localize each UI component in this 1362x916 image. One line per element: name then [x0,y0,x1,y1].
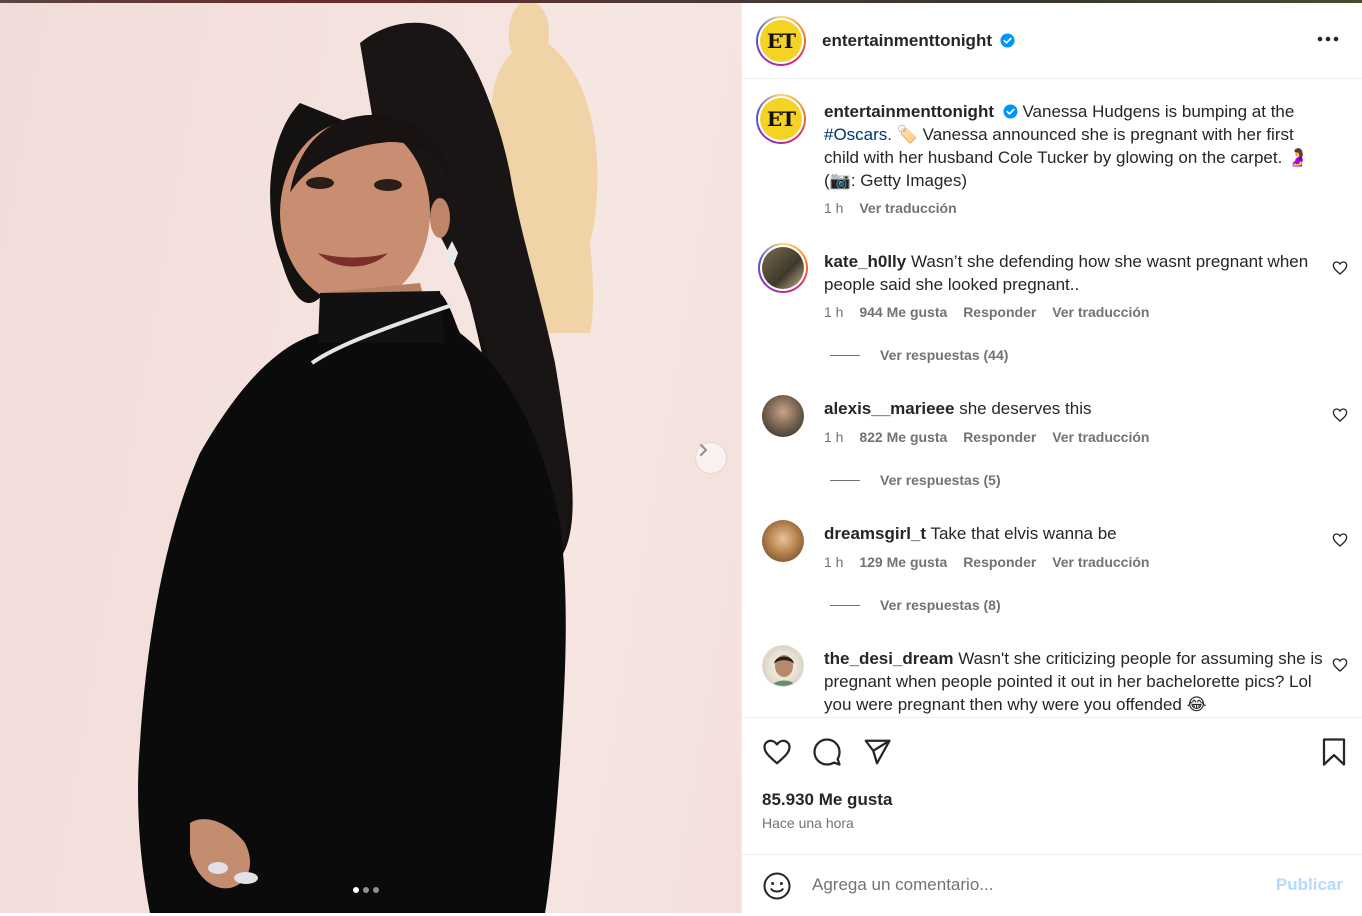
translate-link[interactable]: Ver traducción [1052,304,1149,320]
comment-time: 1 h [824,429,844,445]
reply-link[interactable]: Responder [963,304,1036,320]
post-header: ET entertainmenttonight [742,3,1362,79]
more-horizontal-icon[interactable] [1313,27,1343,51]
comments-list[interactable]: ET entertainmenttonight Vanessa Hudgens … [742,79,1362,717]
comment-icon[interactable] [812,737,842,767]
account-username[interactable]: entertainmenttonight [822,31,992,50]
comment-likes[interactable]: 822 Me gusta [859,429,947,445]
carousel-dot [353,887,359,893]
comment-composer: Publicar [742,854,1362,916]
caption-translate-link[interactable]: Ver traducción [859,200,956,216]
chevron-right-icon [700,444,707,456]
view-replies[interactable]: Ver respuestas (44) [830,347,1008,363]
verified-badge-icon [1000,33,1015,48]
publish-button[interactable]: Publicar [1276,875,1343,895]
carousel-next-button[interactable] [696,443,726,473]
heart-icon[interactable] [1332,532,1348,548]
view-replies[interactable]: Ver respuestas (8) [830,597,1001,613]
heart-icon[interactable] [1332,407,1348,423]
post-actions: 85.930 Me gusta Hace una hora Publicar [742,717,1362,915]
comment-time: 1 h [824,554,844,570]
comment-body: Take that elvis wanna be [930,524,1117,543]
carousel-dot [373,887,379,893]
view-replies[interactable]: Ver respuestas (5) [830,472,1001,488]
comment-username[interactable]: the_desi_dream [824,649,953,668]
heart-icon[interactable] [762,737,792,767]
view-replies-label: Ver respuestas (8) [880,597,1001,613]
comment-avatar[interactable] [758,243,808,293]
comment-username[interactable]: dreamsgirl_t [824,524,926,543]
comment-avatar[interactable] [762,395,804,437]
comment-text: kate_h0lly Wasn’t she defending how she … [824,250,1324,296]
send-icon[interactable] [862,737,892,767]
comment-username[interactable]: kate_h0lly [824,252,906,271]
comment-meta: 1 h 822 Me gusta Responder Ver traducció… [824,429,1161,445]
et-logo: ET [760,98,802,140]
heart-icon[interactable] [1332,260,1348,276]
comment-avatar[interactable] [762,520,804,562]
emoji-icon[interactable] [762,871,792,901]
comment-meta: 1 h 129 Me gusta Responder Ver traducció… [824,554,1161,570]
translate-link[interactable]: Ver traducción [1052,554,1149,570]
caption-meta: 1 h Ver traducción [824,200,969,216]
comment-meta: 1 h 944 Me gusta Responder Ver traducció… [824,304,1161,320]
hashtag-link[interactable]: #Oscars [824,125,887,144]
reply-link[interactable]: Responder [963,429,1036,445]
reply-link[interactable]: Responder [963,554,1036,570]
heart-icon[interactable] [1332,657,1348,673]
comment-text: alexis__marieee she deserves this [824,397,1324,420]
comment-body: she deserves this [959,399,1092,418]
carousel-indicator [353,887,379,893]
comment-input[interactable] [812,875,1272,895]
comment-time: 1 h [824,304,844,320]
comment-likes[interactable]: 129 Me gusta [859,554,947,570]
bookmark-icon[interactable] [1319,737,1349,767]
translate-link[interactable]: Ver traducción [1052,429,1149,445]
comment-avatar[interactable] [762,645,804,687]
likes-count[interactable]: 85.930 Me gusta [762,790,892,810]
comment-likes[interactable]: 944 Me gusta [859,304,947,320]
carousel-dot [363,887,369,893]
caption-avatar[interactable]: ET [756,94,806,144]
caption-body-rest: . 🏷️ Vanessa announced she is pregnant w… [824,125,1309,190]
caption-text: entertainmenttonight Vanessa Hudgens is … [824,100,1324,192]
et-logo: ET [760,20,802,62]
comment-username[interactable]: alexis__marieee [824,399,954,418]
verified-badge-icon [1003,104,1018,119]
post-photo [138,3,598,913]
caption-username[interactable]: entertainmenttonight [824,102,994,121]
caption-time: 1 h [824,200,844,216]
caption-body: Vanessa Hudgens is bumping at the [1022,102,1295,121]
post-timestamp: Hace una hora [762,815,854,831]
view-replies-label: Ver respuestas (5) [880,472,1001,488]
account-avatar[interactable]: ET [756,16,806,66]
post-details-panel: ET entertainmenttonight ET entertainment… [741,3,1362,913]
view-replies-label: Ver respuestas (44) [880,347,1009,363]
comment-text: dreamsgirl_t Take that elvis wanna be [824,522,1324,545]
post-media[interactable] [0,3,741,913]
comment-text: the_desi_dream Wasn't she criticizing pe… [824,647,1324,716]
